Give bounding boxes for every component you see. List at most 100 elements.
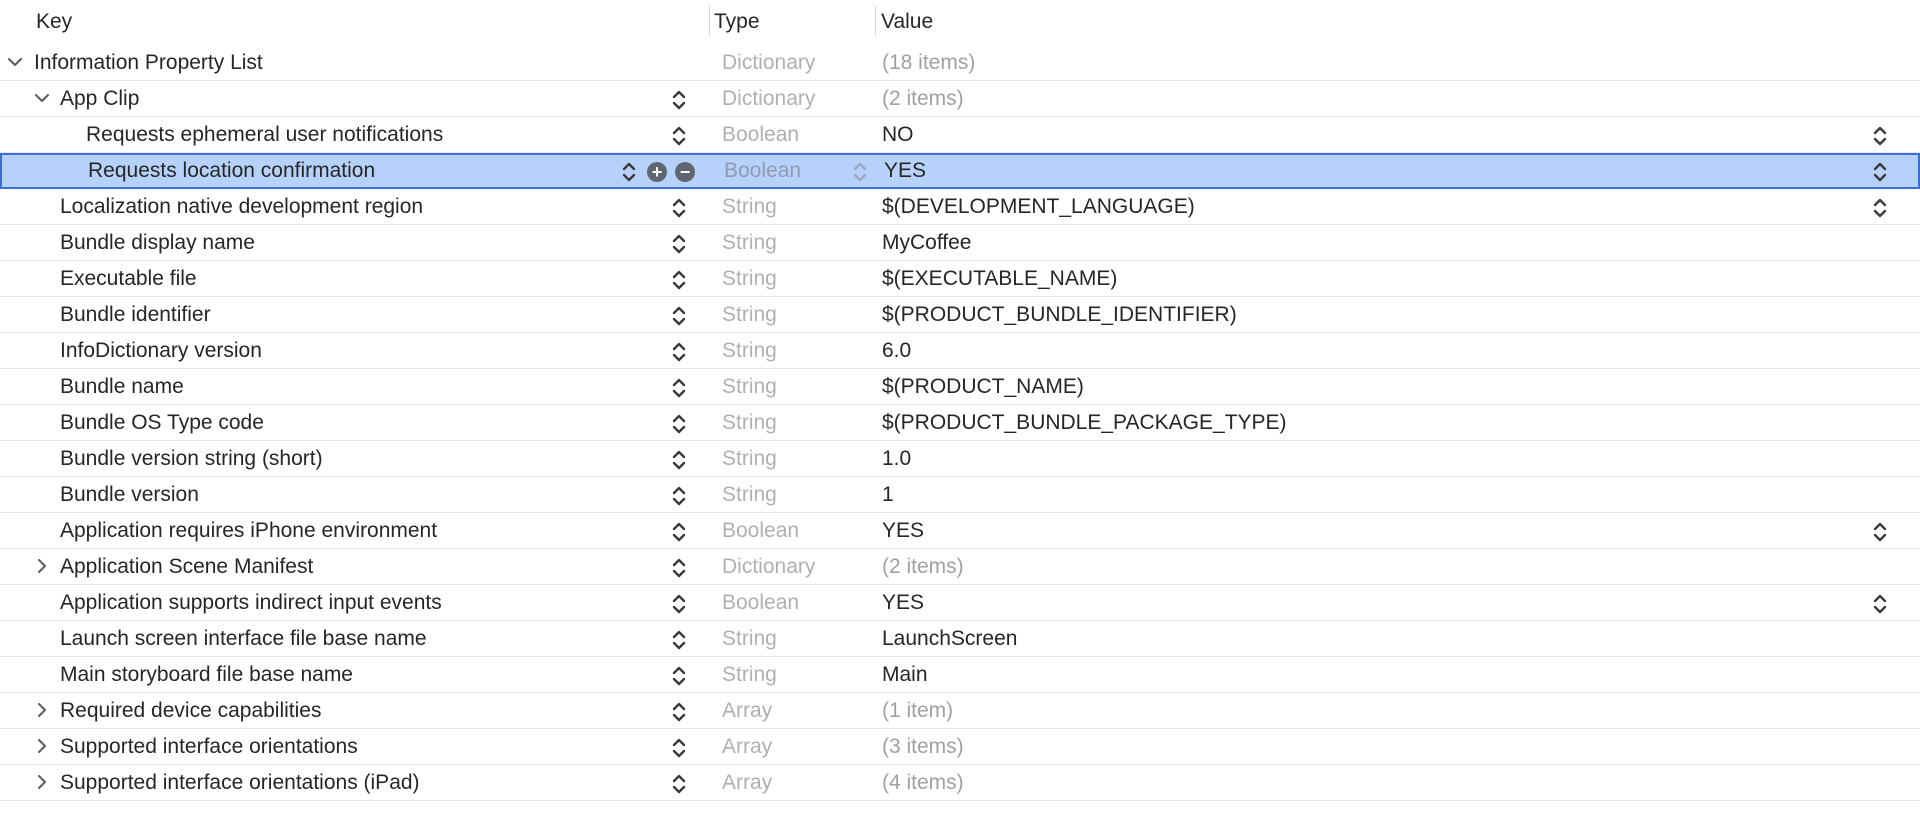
row-value[interactable]: LaunchScreen [882,627,1017,651]
row-key[interactable]: Executable file [60,267,197,291]
row-key[interactable]: Bundle version string (short) [60,447,323,471]
row-type[interactable]: String [722,267,777,291]
row-key[interactable]: Information Property List [34,51,263,75]
row-type[interactable]: String [722,339,777,363]
row-value[interactable]: (18 items) [882,51,975,75]
row-key[interactable]: Bundle version [60,483,199,507]
row-value[interactable]: (4 items) [882,771,964,795]
value-popup-stepper-icon[interactable] [1870,124,1890,148]
row-value[interactable]: YES [884,159,926,183]
row-key[interactable]: Localization native development region [60,195,423,219]
chevron-right-icon[interactable] [33,701,51,719]
up-down-stepper-icon[interactable] [669,700,689,724]
type-column-header[interactable]: Type [714,10,760,34]
table-row[interactable]: Launch screen interface file base name St… [0,621,1920,657]
value-popup-stepper-icon[interactable] [1870,160,1890,184]
row-type[interactable]: Dictionary [722,51,815,75]
row-type[interactable]: String [722,663,777,687]
row-value[interactable]: $(PRODUCT_BUNDLE_PACKAGE_TYPE) [882,411,1287,435]
value-column-header[interactable]: Value [881,10,933,34]
table-row[interactable]: Bundle identifier String $(PRODUCT_BUNDLE_… [0,297,1920,333]
row-value[interactable]: 6.0 [882,339,911,363]
column-divider[interactable] [709,6,710,36]
row-key[interactable]: Bundle OS Type code [60,411,264,435]
column-divider[interactable] [875,6,876,36]
row-value[interactable]: (2 items) [882,87,964,111]
chevron-down-icon[interactable] [33,89,51,107]
row-value[interactable]: $(EXECUTABLE_NAME) [882,267,1117,291]
row-type[interactable]: String [722,303,777,327]
row-key[interactable]: Main storyboard file base name [60,663,353,687]
row-value[interactable]: YES [882,519,924,543]
up-down-stepper-icon[interactable] [669,232,689,256]
table-row[interactable]: App Clip Dictionary (2 items) [0,81,1920,117]
row-key[interactable]: Application supports indirect input even… [60,591,442,615]
key-column-header[interactable]: Key [36,10,72,34]
table-row[interactable]: Bundle display name String MyCoffee [0,225,1920,261]
row-key[interactable]: Bundle display name [60,231,255,255]
row-value[interactable]: 1 [882,483,894,507]
row-type[interactable]: Boolean [722,519,799,543]
table-row[interactable]: Application Scene Manifest Dictionary (2 i… [0,549,1920,585]
row-value[interactable]: $(PRODUCT_BUNDLE_IDENTIFIER) [882,303,1237,327]
row-value[interactable]: $(PRODUCT_NAME) [882,375,1084,399]
row-key[interactable]: Bundle identifier [60,303,211,327]
table-row[interactable]: Localization native development region St… [0,189,1920,225]
row-type[interactable]: String [722,231,777,255]
minus-circle-icon[interactable]: − [675,162,695,182]
table-row[interactable]: Supported interface orientations Array (3 … [0,729,1920,765]
row-type[interactable]: Boolean [724,159,801,183]
row-key[interactable]: Launch screen interface file base name [60,627,427,651]
plus-circle-icon[interactable]: + [647,162,667,182]
value-popup-stepper-icon[interactable] [1870,196,1890,220]
up-down-stepper-icon[interactable] [669,340,689,364]
row-value[interactable]: YES [882,591,924,615]
row-value[interactable]: (3 items) [882,735,964,759]
table-row[interactable]: Supported interface orientations (iPad) A… [0,765,1920,801]
row-value[interactable]: 1.0 [882,447,911,471]
table-row[interactable]: Bundle version string (short) String 1.0 [0,441,1920,477]
up-down-stepper-icon[interactable] [669,412,689,436]
up-down-stepper-icon[interactable] [669,736,689,760]
row-value[interactable]: $(DEVELOPMENT_LANGUAGE) [882,195,1195,219]
row-value[interactable]: Main [882,663,928,687]
row-type[interactable]: String [722,627,777,651]
row-type[interactable]: Dictionary [722,87,815,111]
row-key[interactable]: Supported interface orientations [60,735,358,759]
table-row[interactable]: Main storyboard file base name String Main [0,657,1920,693]
up-down-stepper-icon[interactable] [669,376,689,400]
row-key[interactable]: App Clip [60,87,139,111]
row-key[interactable]: Requests ephemeral user notifications [86,123,443,147]
table-row-selected[interactable]: Requests location confirmation + − Boolean Y… [0,153,1920,189]
chevron-right-icon[interactable] [33,737,51,755]
table-row[interactable]: Bundle version String 1 [0,477,1920,513]
type-popup-stepper-icon[interactable] [850,160,870,184]
row-type[interactable]: Boolean [722,591,799,615]
table-row[interactable]: Required device capabilities Array (1 item… [0,693,1920,729]
up-down-stepper-icon[interactable] [669,196,689,220]
up-down-stepper-icon[interactable] [669,664,689,688]
row-type[interactable]: String [722,447,777,471]
up-down-stepper-icon[interactable] [669,592,689,616]
row-type[interactable]: String [722,195,777,219]
table-row[interactable]: Information Property List Dictionary (18 i… [0,45,1920,81]
row-type[interactable]: String [722,483,777,507]
table-row[interactable]: Application supports indirect input even… [0,585,1920,621]
row-type[interactable]: String [722,411,777,435]
row-type[interactable]: Array [722,735,772,759]
chevron-down-icon[interactable] [6,53,24,71]
row-type[interactable]: Boolean [722,123,799,147]
table-row[interactable]: Bundle name String $(PRODUCT_NAME) [0,369,1920,405]
up-down-stepper-icon[interactable] [669,304,689,328]
value-popup-stepper-icon[interactable] [1870,520,1890,544]
up-down-stepper-icon[interactable] [669,484,689,508]
up-down-stepper-icon[interactable] [669,772,689,796]
table-row[interactable]: Requests ephemeral user notifications Boo… [0,117,1920,153]
row-key[interactable]: Application Scene Manifest [60,555,313,579]
row-value[interactable]: MyCoffee [882,231,972,255]
row-key[interactable]: Bundle name [60,375,184,399]
chevron-right-icon[interactable] [33,773,51,791]
row-type[interactable]: Dictionary [722,555,815,579]
table-row[interactable]: Bundle OS Type code String $(PRODUCT_BUNDL… [0,405,1920,441]
table-row[interactable]: Executable file String $(EXECUTABLE_NAME) [0,261,1920,297]
